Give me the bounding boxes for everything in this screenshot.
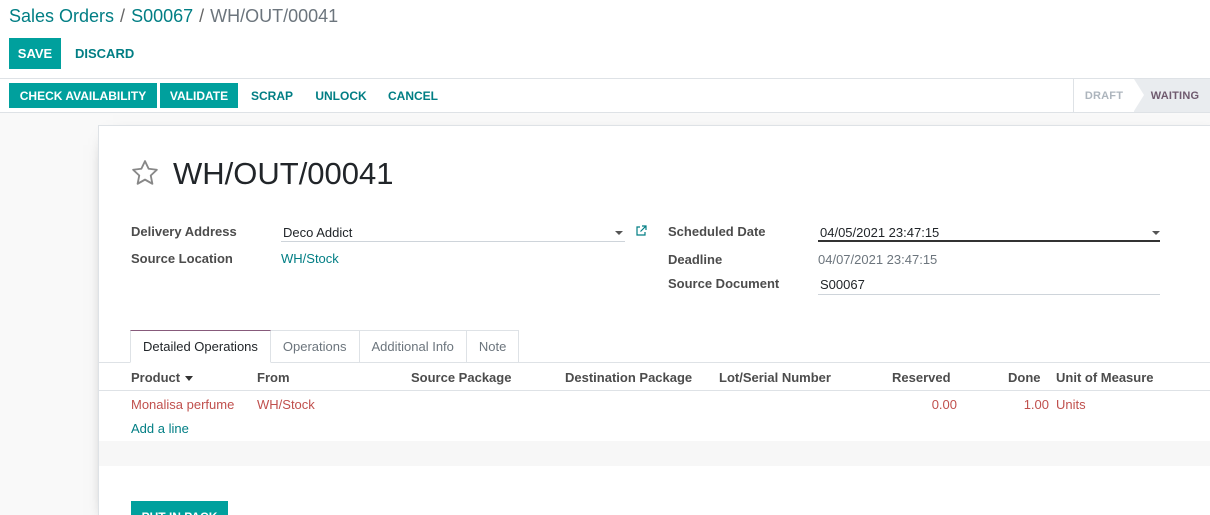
breadcrumb-current: WH/OUT/00041 <box>210 6 339 26</box>
sort-down-icon <box>185 376 194 382</box>
breadcrumb-separator: / <box>120 6 126 26</box>
tab-note[interactable]: Note <box>465 330 520 363</box>
source-location-label: Source Location <box>131 251 233 266</box>
column-product[interactable]: Product <box>131 370 194 385</box>
discard-button[interactable]: DISCARD <box>67 38 142 69</box>
column-product-label: Product <box>131 370 181 385</box>
stage-draft[interactable]: DRAFT <box>1074 79 1134 112</box>
source-location-link[interactable]: WH/Stock <box>281 251 339 266</box>
scheduled-date-label: Scheduled Date <box>668 224 766 239</box>
external-link-icon[interactable] <box>635 225 647 237</box>
column-done[interactable]: Done <box>1008 370 1041 385</box>
column-unit-of-measure[interactable]: Unit of Measure <box>1056 370 1154 385</box>
source-document-value: S00067 <box>820 277 865 292</box>
form-sheet: WH/OUT/00041 Delivery Address Deco Addic… <box>98 125 1210 515</box>
stage-arrow <box>1134 79 1144 111</box>
control-panel: Sales Orders / S00067/WH/OUT/00041 SAVE DI… <box>0 0 1210 79</box>
add-line-link[interactable]: Add a line <box>131 421 189 436</box>
row-done: 1.00 <box>1023 397 1049 412</box>
delivery-address-label: Delivery Address <box>131 224 237 239</box>
breadcrumb-sale-order[interactable]: S00067 <box>131 6 193 26</box>
column-lot-serial[interactable]: Lot/Serial Number <box>719 370 831 385</box>
chevron-down-icon[interactable] <box>615 231 623 235</box>
cancel-button[interactable]: CANCEL <box>381 83 445 108</box>
scrap-button[interactable]: SCRAP <box>244 83 300 108</box>
deadline-label: Deadline <box>668 252 723 267</box>
statusbar: CHECK AVAILABILITY VALIDATE SCRAP UNLOCK… <box>0 79 1210 113</box>
column-destination-package[interactable]: Destination Package <box>565 370 692 385</box>
tab-detailed-operations[interactable]: Detailed Operations <box>130 330 271 363</box>
column-from[interactable]: From <box>257 370 290 385</box>
star-outline-icon[interactable] <box>130 158 160 188</box>
table-row[interactable]: Monalisa perfume WH/Stock 0.00 1.00 Unit… <box>99 391 1210 416</box>
source-document-field[interactable] <box>818 294 1160 295</box>
breadcrumb-separator: / <box>199 6 205 26</box>
scheduled-date-field[interactable] <box>818 240 1160 242</box>
delivery-address-field[interactable] <box>281 241 625 242</box>
check-availability-button[interactable]: CHECK AVAILABILITY <box>9 83 157 108</box>
row-reserved: 0.00 <box>931 397 957 412</box>
put-in-pack-button[interactable]: PUT IN PACK <box>131 501 228 515</box>
record-title: WH/OUT/00041 <box>173 156 394 191</box>
tab-operations[interactable]: Operations <box>269 330 360 363</box>
source-document-label: Source Document <box>668 276 780 291</box>
column-source-package[interactable]: Source Package <box>411 370 511 385</box>
row-uom: Units <box>1056 397 1086 412</box>
notebook-tabs: Detailed Operations Operations Additiona… <box>130 330 520 363</box>
empty-row <box>99 441 1210 466</box>
validate-button[interactable]: VALIDATE <box>160 83 238 108</box>
stage-waiting[interactable]: WAITING <box>1134 79 1210 112</box>
breadcrumb-sales-orders[interactable]: Sales Orders <box>9 6 114 26</box>
stage-bar: DRAFT WAITING <box>1073 79 1210 112</box>
table-header: Product From Source Package Destination … <box>99 363 1210 391</box>
breadcrumb: Sales Orders / S00067/WH/OUT/00041 <box>9 5 338 27</box>
row-product: Monalisa perfume <box>131 397 235 412</box>
save-button[interactable]: SAVE <box>9 38 61 69</box>
column-reserved[interactable]: Reserved <box>892 370 951 385</box>
unlock-button[interactable]: UNLOCK <box>307 83 375 108</box>
chevron-down-icon[interactable] <box>1152 231 1160 235</box>
scheduled-date-value: 04/05/2021 23:47:15 <box>820 225 940 240</box>
tab-additional-info[interactable]: Additional Info <box>358 330 467 363</box>
deadline-value: 04/07/2021 23:47:15 <box>818 252 938 267</box>
row-from: WH/Stock <box>257 397 315 412</box>
delivery-address-value: Deco Addict <box>283 225 353 240</box>
